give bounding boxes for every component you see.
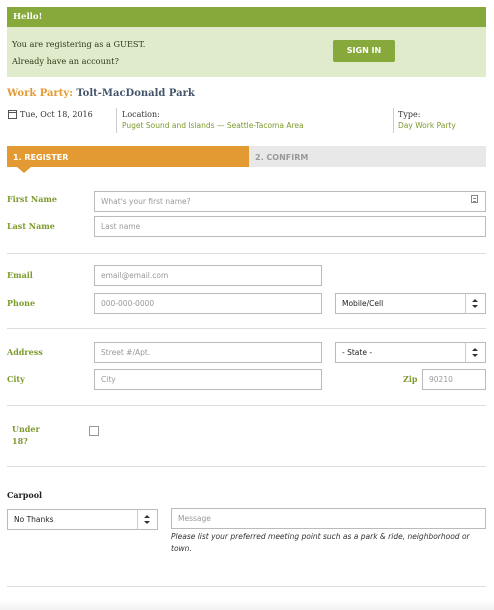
section-divider — [7, 253, 486, 254]
city-input[interactable] — [94, 369, 322, 390]
info-divider — [116, 108, 117, 133]
select-arrows-icon — [137, 510, 157, 529]
work-party-label: Work Party: — [7, 88, 73, 99]
step-confirm: 2. CONFIRM — [249, 146, 486, 167]
type-label: Type: — [398, 110, 421, 119]
state-select[interactable]: - State - — [335, 342, 486, 363]
carpool-value: No Thanks — [14, 515, 54, 524]
section-divider — [7, 466, 486, 467]
carpool-message-input[interactable] — [171, 508, 486, 529]
contact-card-icon — [471, 195, 478, 203]
banner-greeting: Hello! — [7, 7, 486, 27]
select-arrows-icon — [465, 343, 485, 362]
info-divider — [393, 108, 394, 133]
type-value[interactable]: Day Work Party — [398, 121, 456, 130]
step-indicator-arrow — [17, 167, 31, 173]
location-value[interactable]: Puget Sound and Islands — Seattle-Tacoma… — [122, 121, 304, 130]
state-value: - State - — [342, 348, 373, 357]
event-date: Tue, Oct 18, 2016 — [20, 110, 93, 119]
first-name-input[interactable] — [94, 191, 486, 212]
page-title: Work Party: Tolt-MacDonald Park — [7, 88, 195, 99]
phone-type-select[interactable]: Mobile/Cell — [335, 293, 486, 314]
guest-text: You are registering as a GUEST. — [12, 39, 146, 49]
section-divider — [7, 328, 486, 329]
carpool-label: Carpool — [7, 490, 43, 500]
phone-label: Phone — [7, 298, 36, 308]
city-label: City — [7, 374, 25, 384]
address-label: Address — [7, 347, 43, 357]
under-18-label: Under 18? — [12, 424, 40, 446]
email-input[interactable] — [94, 265, 322, 286]
last-name-label: Last Name — [7, 221, 55, 231]
sign-in-button[interactable]: SIGN IN — [333, 40, 395, 62]
page-bottom-shade — [0, 600, 494, 610]
under-18-checkbox[interactable] — [89, 426, 99, 436]
guest-banner — [7, 27, 486, 77]
section-divider — [7, 405, 486, 406]
address-input[interactable] — [94, 342, 322, 363]
select-arrows-icon — [465, 294, 485, 313]
first-name-wrapper — [94, 189, 486, 212]
email-label: Email — [7, 270, 33, 280]
zip-input[interactable] — [422, 369, 486, 390]
section-divider — [7, 586, 486, 587]
calendar-icon — [8, 110, 17, 119]
zip-label: Zip — [403, 374, 418, 384]
step-register: 1. REGISTER — [7, 146, 249, 167]
phone-input[interactable] — [94, 293, 322, 314]
work-party-name: Tolt-MacDonald Park — [76, 88, 195, 99]
first-name-label: First Name — [7, 194, 57, 204]
location-label: Location: — [122, 110, 160, 119]
account-text: Already have an account? — [12, 56, 119, 66]
last-name-input[interactable] — [94, 216, 486, 237]
carpool-select[interactable]: No Thanks — [7, 509, 158, 530]
carpool-hint: Please list your preferred meeting point… — [171, 532, 470, 553]
phone-type-value: Mobile/Cell — [342, 299, 384, 308]
